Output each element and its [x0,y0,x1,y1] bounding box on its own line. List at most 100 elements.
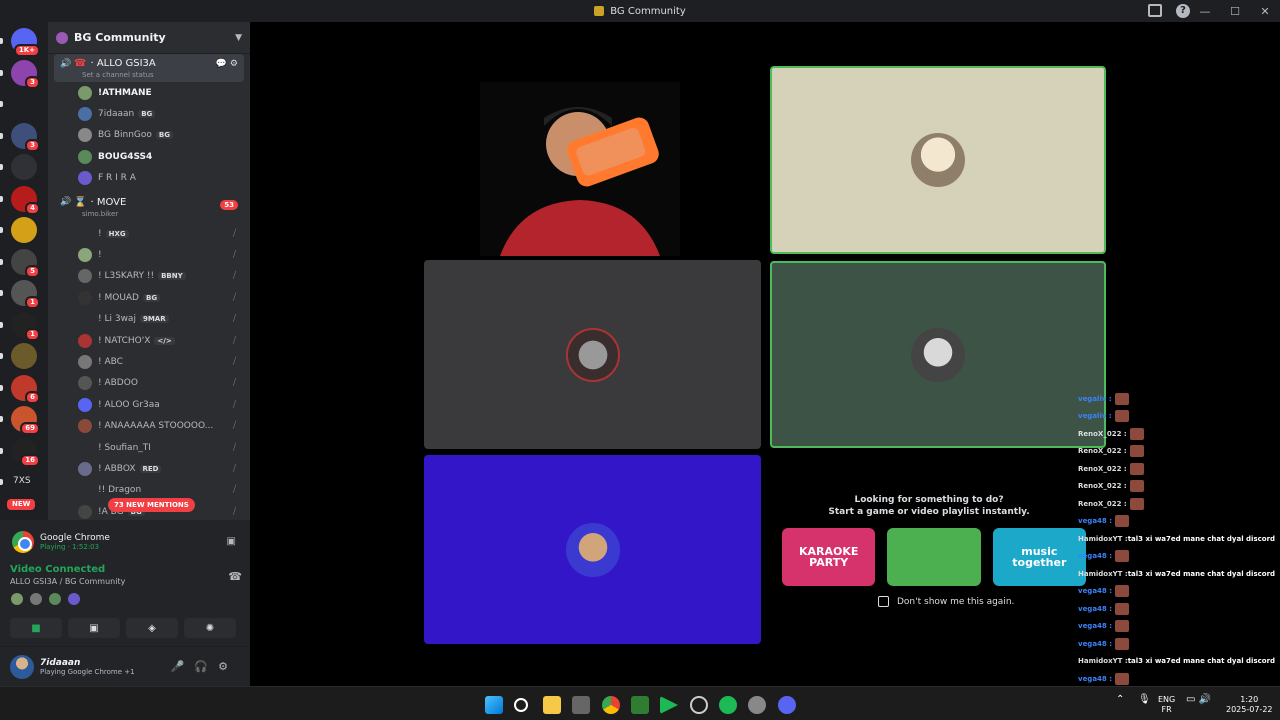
chevron-down-icon[interactable]: ▼ [235,33,242,43]
chat-message: vega48 : [1078,670,1278,688]
server-icon[interactable] [11,91,37,117]
network-icon[interactable]: ▭ 🔊 [1186,695,1211,705]
server-icon [56,31,68,44]
avatar[interactable] [67,592,81,606]
server-icon[interactable]: 16 [11,437,40,467]
chat-message: vega48 : [1078,548,1278,566]
avatar[interactable] [10,592,24,606]
member-name: BOUG4SS4 [98,151,153,162]
voice-channel-allo-gsi3a[interactable]: 🔊 ☎ · ALLO GSI3A Set a channel status 💬 ⚙ [54,54,244,82]
spotify-icon[interactable] [719,696,737,714]
server-icon[interactable] [11,154,37,180]
member-item[interactable]: ! ANAAAAAA STOOOOO... ⧸ [48,415,250,436]
activity-card[interactable] [887,528,981,586]
member-item[interactable]: ! ABC ⧸ [48,351,250,372]
minimize-button[interactable]: — [1190,5,1220,18]
language-indicator[interactable]: ENG FR [1158,695,1175,715]
member-item[interactable]: ! NATCHO'X </> ⧸ [48,330,250,351]
chat-author: RenoX_022 : [1078,447,1127,456]
new-mentions-button[interactable]: 73 NEW MENTIONS [108,498,195,512]
help-icon[interactable]: ? [1176,4,1190,18]
avatar [78,333,92,348]
start-icon[interactable] [485,696,503,714]
dont-show-checkbox[interactable]: Don't show me this again. [878,596,1086,607]
avatar[interactable] [48,592,62,606]
microphone-icon[interactable]: 🎙 [1138,695,1151,705]
server-icon[interactable]: 1K+ [11,28,40,57]
voice-channel-move[interactable]: 🔊 ⌛ · MOVE simo.biker 53 [54,193,244,219]
server-icon[interactable]: 7XS NEW [5,469,38,512]
chrome-icon[interactable] [602,696,620,714]
soundboard-button[interactable]: ✺ [184,618,236,638]
member-item[interactable]: ! MOUAD BG ⧸ [48,287,250,308]
clock[interactable]: 1:20 2025-07-22 [1226,695,1273,715]
activity-card[interactable]: Google Chrome Playing · 1:52:03 ▣ [6,524,244,560]
disconnect-icon[interactable]: ☎ [228,570,242,583]
member-item[interactable]: ! ⧸ [48,244,250,265]
member-item[interactable]: ! ALOO Gr3aa ⧸ [48,394,250,415]
video-tile[interactable] [424,455,761,644]
server-icon[interactable]: 4 [11,185,40,215]
member-item[interactable]: ! Li 3waj 9MAR ⧸ [48,309,250,330]
member-item[interactable]: F R I R A [48,168,250,189]
user-controls[interactable]: 🎤🎧⚙ [171,660,238,673]
server-icon[interactable] [11,343,37,369]
member-item[interactable]: !ATHMANE [48,82,250,103]
chat-author: vega48 : [1078,604,1113,613]
member-item[interactable]: ! L3SKARY !! BBNY ⧸ [48,266,250,287]
video-tile[interactable] [770,66,1106,254]
camera-button[interactable]: ■ [10,618,62,638]
member-item[interactable]: ! HXG ⧸ [48,223,250,244]
maximize-button[interactable]: ☐ [1220,5,1250,18]
channel-status[interactable]: Set a channel status [60,71,238,79]
member-item[interactable]: 7idaaan BG [48,103,250,124]
prompt-title: Looking for something to do? [854,495,1004,505]
inbox-icon[interactable] [1148,4,1162,17]
unread-indicator [0,290,3,296]
server-icon[interactable]: 6 [11,374,40,404]
avatar[interactable] [10,654,34,679]
date: 2025-07-22 [1226,705,1273,714]
search-icon[interactable] [514,698,528,712]
discord-icon[interactable] [778,696,796,714]
member-item[interactable]: BOUG4SS4 [48,146,250,167]
video-tile[interactable] [770,261,1106,448]
member-item[interactable]: ! ABBOX RED ⧸ [48,458,250,479]
avatar[interactable] [29,592,43,606]
server-icon[interactable]: 69 [11,406,40,435]
activity-card[interactable]: music together [992,528,1086,586]
voice-location[interactable]: ALLO GSI3A / BG Community [10,577,242,586]
channel-actions[interactable]: 💬 ⚙ [216,59,238,69]
emote-image [1115,637,1130,650]
username[interactable]: 7idaaan [40,658,135,668]
server-icon[interactable]: 1 [11,280,40,309]
play-icon[interactable] [660,696,678,714]
app-icon[interactable] [690,696,708,714]
store-icon[interactable] [572,696,590,714]
notification-badge: 5 [25,264,40,278]
chevron-up-icon[interactable]: ⌃ [1116,695,1124,705]
server-icon[interactable]: 3 [11,59,40,89]
server-icon[interactable] [11,217,37,243]
member-item[interactable]: ! Soufian_TI ⧸ [48,437,250,458]
server-icon[interactable]: 1 [11,311,40,341]
screen-share-icon[interactable]: ▣ [227,536,236,547]
settings-icon[interactable] [748,696,766,714]
server-icon[interactable]: 3 [11,122,40,152]
share-screen-button[interactable]: ▣ [68,618,120,638]
server-header[interactable]: BG Community ▼ [48,22,250,54]
emote-image [1115,602,1130,615]
chat-message: HamidoxYT : tal3 xi wa7ed mane chat dyal… [1078,530,1278,548]
self-video[interactable] [480,82,680,256]
app-icon[interactable] [631,696,649,714]
activity-card[interactable]: KARAOKE PARTY [782,528,876,586]
explorer-icon[interactable] [543,696,561,714]
video-tile[interactable] [424,260,761,449]
activity-button[interactable]: ◈ [126,618,178,638]
member-item[interactable]: BG BinnGoo BG [48,125,250,146]
close-button[interactable]: ✕ [1250,5,1280,18]
member-item[interactable]: ! ABDOO ⧸ [48,373,250,394]
server-icon[interactable]: 5 [11,248,40,278]
chat-author: vega48 : [1078,639,1113,648]
avatar [78,128,92,143]
